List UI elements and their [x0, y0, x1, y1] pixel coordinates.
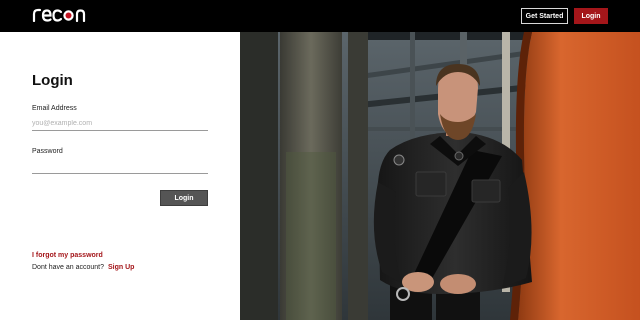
forgot-password-link[interactable]: I forgot my password [32, 252, 103, 259]
password-label: Password [32, 148, 63, 155]
get-started-button[interactable]: Get Started [521, 8, 568, 24]
signup-row: Dont have an account? Sign Up [32, 264, 134, 271]
no-account-text: Dont have an account? [32, 264, 104, 271]
email-label: Email Address [32, 105, 77, 112]
password-field[interactable] [32, 160, 208, 174]
page-title: Login [32, 72, 73, 89]
hero-photo-illustration [240, 32, 640, 320]
sign-up-link[interactable]: Sign Up [108, 264, 134, 271]
recon-logo-mark [32, 8, 86, 22]
hero-image [240, 32, 640, 320]
header-login-button[interactable]: Login [574, 8, 608, 24]
login-submit-button[interactable]: Login [160, 190, 208, 206]
email-field[interactable] [32, 117, 208, 131]
recon-logo[interactable] [32, 7, 86, 23]
top-navigation-bar: Get Started Login [0, 0, 640, 32]
